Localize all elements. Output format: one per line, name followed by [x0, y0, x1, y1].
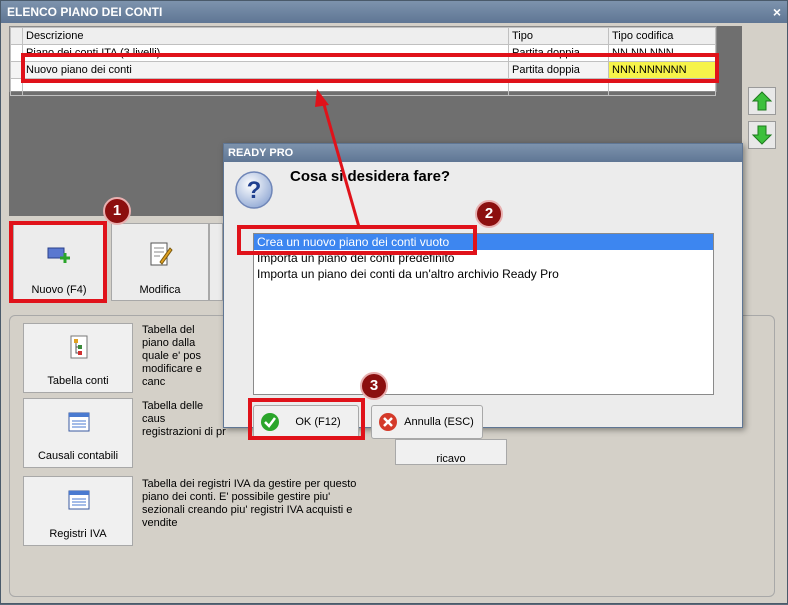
grid-indicator-header: [10, 27, 23, 45]
toolbar-button-partial[interactable]: [209, 223, 223, 301]
row-indicator: [10, 44, 23, 62]
causali-desc: Tabella delle caus registrazioni di pr: [142, 400, 226, 438]
grid-header: Descrizione Tipo Tipo codifica: [10, 27, 716, 45]
tabella-conti-label: Tabella conti: [47, 375, 109, 387]
dialog-question: Cosa si desidera fare?: [290, 168, 451, 185]
row-indicator: [10, 78, 23, 96]
option-import-archive[interactable]: Importa un piano dei conti da un'altro a…: [254, 266, 713, 282]
cell-codifica: NN.NN.NNN: [608, 44, 716, 62]
new-item-icon: [47, 247, 70, 263]
cell-empty: [508, 78, 609, 96]
ricavo-label: ricavo: [436, 453, 466, 465]
modifica-label: Modifica: [139, 284, 181, 296]
ricavo-button[interactable]: ricavo: [395, 439, 507, 465]
cell-empty: [22, 78, 509, 96]
registri-iva-label: Registri IVA: [49, 528, 107, 540]
move-down-button[interactable]: [748, 121, 776, 149]
cell-empty: [608, 78, 716, 96]
registri-desc: Tabella dei registri IVA da gestire per …: [142, 478, 357, 529]
ok-label: OK (F12): [295, 416, 341, 428]
cancel-button[interactable]: Annulla (ESC): [371, 405, 483, 439]
cell-codifica: NNN.NNNNNN: [608, 61, 716, 79]
options-list[interactable]: Crea un nuovo piano dei conti vuoto Impo…: [253, 233, 714, 395]
edit-icon: [150, 242, 173, 266]
cell-tipo: Partita doppia: [508, 44, 609, 62]
nuovo-label: Nuovo (F4): [31, 284, 87, 296]
move-up-button[interactable]: [748, 87, 776, 115]
step-badge-2: 2: [475, 200, 503, 228]
checkmark-icon: [261, 413, 279, 431]
col-tipo-codifica[interactable]: Tipo codifica: [608, 27, 716, 45]
tabella-conti-button[interactable]: Tabella conti: [23, 323, 133, 393]
question-icon: ?: [235, 171, 273, 209]
cell-tipo: Partita doppia: [508, 61, 609, 79]
choice-dialog: READY PRO ? Cosa si desidera fare? Crea …: [223, 143, 743, 439]
main-window: ELENCO PIANO DEI CONTI × Descrizione Tip…: [0, 0, 788, 604]
nuovo-button[interactable]: Nuovo (F4): [13, 223, 105, 301]
window-titlebar: ELENCO PIANO DEI CONTI ×: [1, 1, 787, 23]
arrow-up-icon: [751, 91, 773, 111]
causali-contabili-button[interactable]: Causali contabili: [23, 398, 133, 468]
chart-of-accounts-grid[interactable]: Descrizione Tipo Tipo codifica Piano dei…: [9, 26, 717, 96]
table-row[interactable]: Nuovo piano dei conti Partita doppia NNN…: [10, 61, 716, 79]
row-indicator: [10, 61, 23, 79]
svg-text:?: ?: [247, 177, 262, 204]
step-badge-1: 1: [103, 197, 131, 225]
col-tipo[interactable]: Tipo: [508, 27, 609, 45]
step-badge-3: 3: [360, 372, 388, 400]
option-import-default[interactable]: Importa un piano dei conti predefinito: [254, 250, 713, 266]
cell-descrizione: Nuovo piano dei conti: [22, 61, 509, 79]
modifica-button[interactable]: Modifica: [111, 223, 209, 301]
dialog-title: READY PRO: [224, 144, 742, 162]
window-list-icon: [68, 490, 90, 510]
option-new-empty[interactable]: Crea un nuovo piano dei conti vuoto: [254, 234, 713, 250]
window-title: ELENCO PIANO DEI CONTI: [7, 5, 163, 19]
table-row-empty[interactable]: [10, 78, 716, 96]
ok-button[interactable]: OK (F12): [253, 405, 359, 439]
causali-contabili-label: Causali contabili: [37, 450, 119, 462]
tree-table-icon: [70, 335, 88, 359]
close-icon[interactable]: ×: [773, 1, 781, 23]
registri-iva-button[interactable]: Registri IVA: [23, 476, 133, 546]
tabella-conti-desc: Tabella del piano dalla quale e' pos mod…: [142, 324, 202, 388]
table-row[interactable]: Piano dei conti ITA (3 livelli) Partita …: [10, 44, 716, 62]
window-list-icon: [68, 412, 90, 432]
arrow-down-icon: [751, 125, 773, 145]
cancel-x-icon: [379, 413, 397, 431]
cell-descrizione: Piano dei conti ITA (3 livelli): [22, 44, 509, 62]
cancel-label: Annulla (ESC): [404, 416, 474, 428]
col-descrizione[interactable]: Descrizione: [22, 27, 509, 45]
